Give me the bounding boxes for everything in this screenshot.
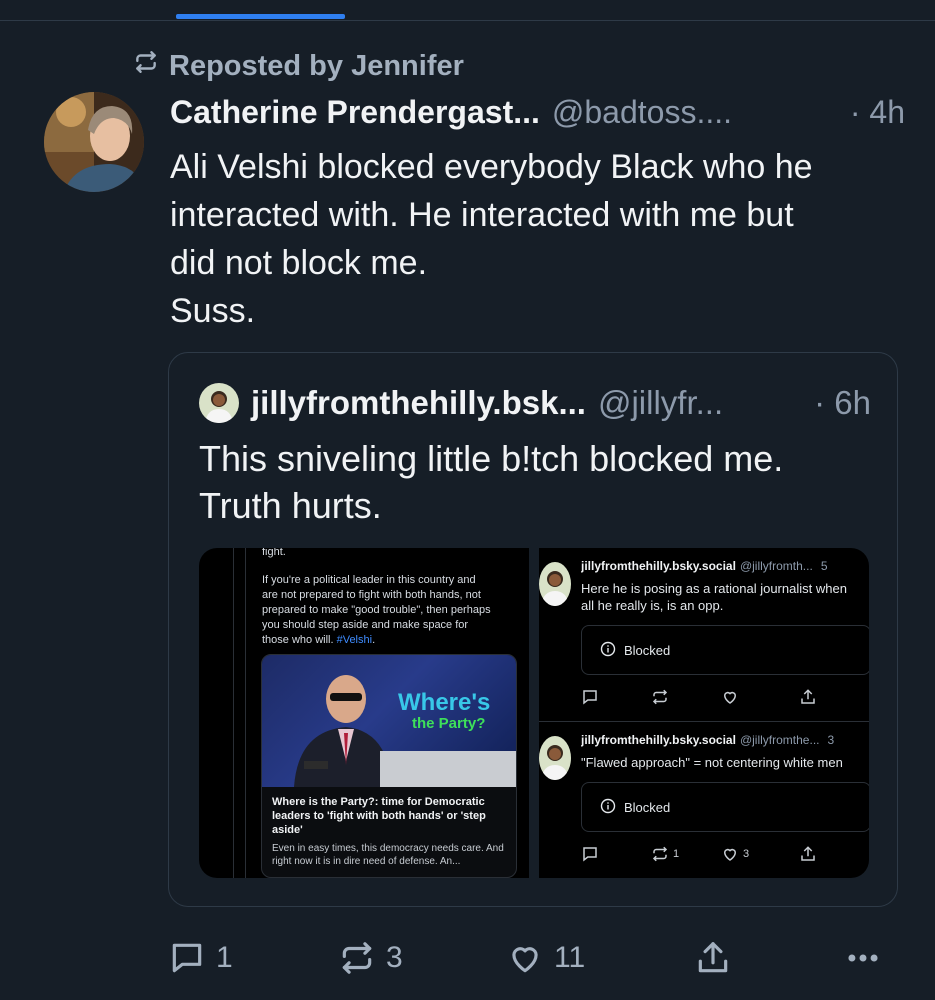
quoted-author-name[interactable]: jillyfromthehilly.bsk... bbox=[251, 384, 586, 422]
reply-author-handle: @jillyfromthe... bbox=[739, 733, 820, 747]
heart-icon bbox=[723, 848, 737, 861]
link-preview-image: Where's the Party? bbox=[262, 655, 516, 787]
post-timestamp[interactable]: · 4h bbox=[850, 94, 905, 131]
news-anchor-figure bbox=[294, 675, 392, 787]
heart-icon bbox=[721, 688, 739, 706]
screenshot-text-top: fight. bbox=[262, 548, 286, 558]
screenshot-reply-2: jillyfromthehilly.bsky.social @jillyfromt… bbox=[539, 722, 869, 878]
repost-icon bbox=[342, 941, 372, 974]
top-tab-bar bbox=[0, 0, 935, 21]
reply-avatar bbox=[539, 562, 571, 606]
blocked-embed: Blocked bbox=[581, 625, 869, 675]
reply-avatar bbox=[539, 736, 571, 780]
studio-desk bbox=[380, 751, 516, 787]
active-tab-indicator bbox=[176, 14, 345, 19]
reply-icon bbox=[172, 943, 202, 972]
link-preview-card: Where's the Party? Where is the Party?: … bbox=[261, 654, 517, 878]
info-icon bbox=[600, 641, 616, 660]
author-handle[interactable]: @badtoss.... bbox=[552, 94, 732, 131]
post-author-row: Catherine Prendergast... @badtoss.... · … bbox=[170, 90, 905, 134]
reply-text: "Flawed approach" = not centering white … bbox=[581, 755, 843, 770]
repost-button[interactable]: 3 bbox=[338, 935, 403, 980]
like-count: 3 bbox=[721, 845, 749, 863]
reply-author-handle: @jillyfromth... bbox=[739, 559, 813, 573]
reply-author-name: jillyfromthehilly.bsky.social bbox=[581, 733, 736, 747]
reposted-by-line[interactable]: Reposted by Jennifer bbox=[133, 46, 464, 86]
reply-header: jillyfromthehilly.bsky.social @jillyfromt… bbox=[581, 559, 869, 573]
repost-icon bbox=[651, 688, 669, 706]
reply-text: Here he is posing as a rational journali… bbox=[581, 581, 847, 613]
post-action-bar: 1 3 11 bbox=[168, 935, 893, 980]
reply-actions: 1 3 bbox=[581, 845, 869, 867]
like-button[interactable]: 11 bbox=[506, 935, 585, 980]
quoted-post-card[interactable]: jillyfromthehilly.bsk... @jillyfr... · 6… bbox=[168, 352, 898, 907]
quoted-author-handle[interactable]: @jillyfr... bbox=[598, 384, 723, 422]
share-button[interactable] bbox=[694, 935, 732, 980]
reply-count: 1 bbox=[216, 940, 233, 974]
reply-button[interactable]: 1 bbox=[168, 935, 233, 980]
like-count: 11 bbox=[554, 940, 586, 974]
reply-icon bbox=[581, 845, 599, 863]
link-preview-title: Where is the Party?: time for Democratic… bbox=[272, 796, 486, 836]
paragraph-period: . bbox=[372, 634, 376, 646]
author-name[interactable]: Catherine Prendergast... bbox=[170, 94, 540, 131]
thread-rail bbox=[245, 548, 246, 878]
reply-icon bbox=[581, 688, 599, 706]
reposted-by-label: Reposted by Jennifer bbox=[169, 49, 464, 82]
headline-art-sub: the Party? bbox=[412, 715, 486, 732]
hashtag-link: #Velshi bbox=[336, 634, 373, 646]
info-icon bbox=[600, 798, 616, 817]
screenshot-paragraph-text: If you're a political leader in this cou… bbox=[262, 574, 491, 646]
embedded-screenshot-right[interactable]: jillyfromthehilly.bsky.social @jillyfromt… bbox=[539, 548, 869, 878]
share-icon bbox=[698, 941, 728, 972]
quoted-post-timestamp[interactable]: · 6h bbox=[814, 384, 871, 422]
blocked-label: Blocked bbox=[624, 799, 671, 815]
heart-icon bbox=[512, 946, 538, 972]
thread-rail bbox=[233, 548, 234, 878]
reply-actions bbox=[581, 688, 869, 710]
more-dots-icon bbox=[848, 954, 878, 961]
reply-time: 3 bbox=[827, 733, 835, 747]
headline-art: Where's bbox=[398, 689, 491, 716]
reply-header: jillyfromthehilly.bsky.social @jillyfromt… bbox=[581, 733, 869, 747]
share-icon bbox=[799, 845, 817, 863]
screenshot-paragraph: If you're a political leader in this cou… bbox=[262, 573, 524, 648]
share-icon bbox=[799, 688, 817, 706]
reply-author-name: jillyfromthehilly.bsky.social bbox=[581, 559, 736, 573]
like-count-label: 3 bbox=[743, 848, 750, 860]
repost-icon bbox=[652, 846, 668, 862]
blocked-embed: Blocked bbox=[581, 782, 869, 832]
quoted-author-row: jillyfromthehilly.bsk... @jillyfr... · 6… bbox=[251, 381, 871, 425]
link-preview-description: Even in easy times, this democracy needs… bbox=[272, 843, 504, 867]
author-avatar[interactable] bbox=[44, 92, 144, 192]
repost-count-label: 1 bbox=[673, 848, 680, 860]
screenshot-reply-1: jillyfromthehilly.bsky.social @jillyfromt… bbox=[539, 548, 869, 705]
quoted-post-text: This sniveling little b!tch blocked me. … bbox=[199, 438, 784, 526]
quoted-author-avatar[interactable] bbox=[199, 383, 239, 423]
repost-count: 3 bbox=[386, 940, 403, 974]
embedded-screenshot-left[interactable]: fight. If you're a political leader in t… bbox=[199, 548, 529, 878]
repost-icon bbox=[133, 49, 159, 83]
post-text: Ali Velshi blocked everybody Black who h… bbox=[170, 148, 813, 330]
blocked-label: Blocked bbox=[624, 642, 671, 658]
reply-time: 5 bbox=[820, 559, 828, 573]
repost-count: 1 bbox=[651, 845, 679, 863]
more-options-button[interactable] bbox=[844, 935, 882, 980]
